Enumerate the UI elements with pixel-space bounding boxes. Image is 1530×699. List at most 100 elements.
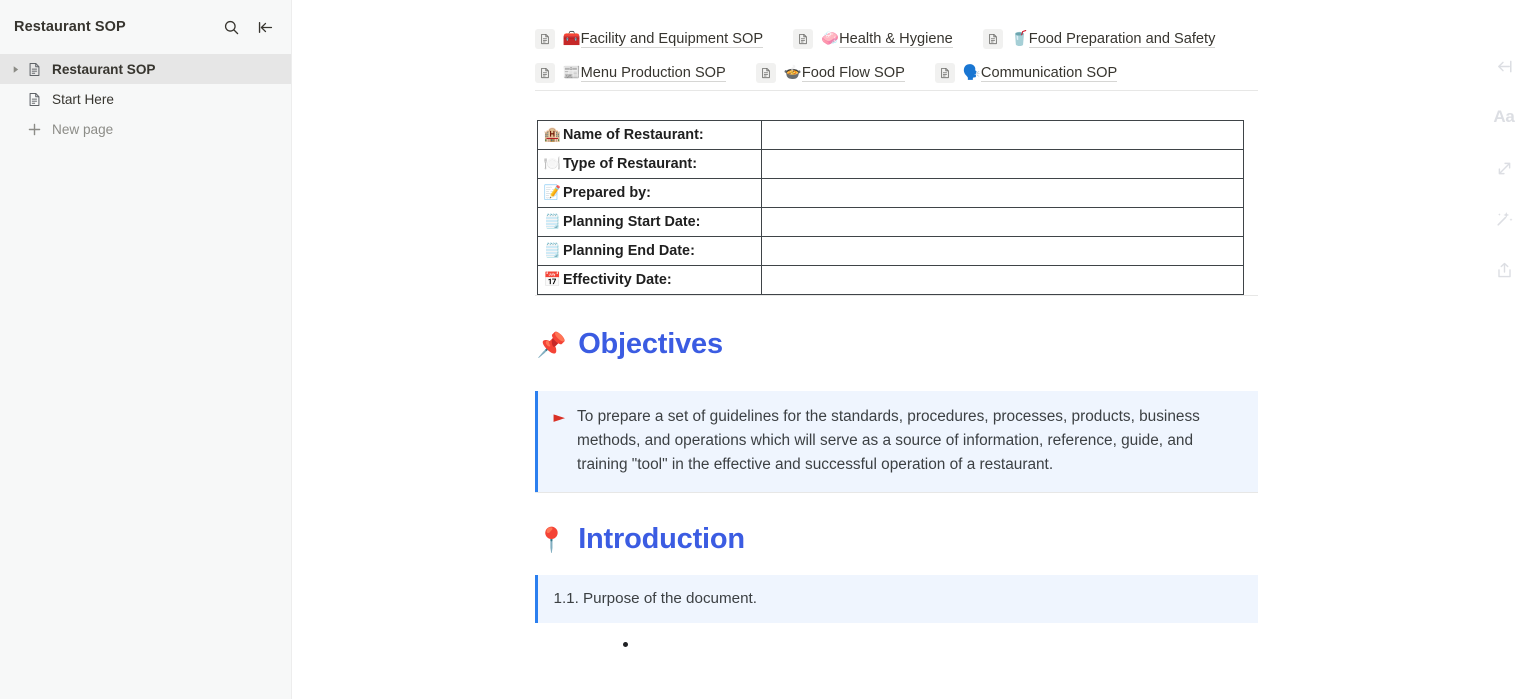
table-value-cell[interactable] xyxy=(761,179,1243,208)
new-page-label: New page xyxy=(52,122,113,137)
objectives-heading: 📌 Objectives xyxy=(537,328,1258,361)
search-icon[interactable] xyxy=(219,15,243,39)
table-value-cell[interactable] xyxy=(761,121,1243,150)
page-link-communication-sop[interactable]: 🗣️ Communication SOP xyxy=(935,63,1117,83)
app-root: Restaurant SOP xyxy=(0,0,1530,699)
page-link-label: Facility and Equipment SOP xyxy=(581,31,764,48)
table-label-cell[interactable]: 📝Prepared by: xyxy=(537,179,761,208)
font-size-icon[interactable]: Aa xyxy=(1490,103,1518,131)
page-icon xyxy=(535,63,555,83)
document-icon xyxy=(24,59,44,79)
table-label-text: Planning Start Date: xyxy=(563,214,701,230)
memo-emoji: 📝 xyxy=(544,185,561,201)
ai-magic-wand-icon[interactable] xyxy=(1490,205,1518,233)
sidebar-item-label: Restaurant SOP xyxy=(52,62,156,77)
page-link-menu-production-sop[interactable]: 📰 Menu Production SOP xyxy=(535,63,726,83)
page-link-health-and-hygiene[interactable]: 🧼 Health & Hygiene xyxy=(793,29,953,49)
table-label-text: Effectivity Date: xyxy=(563,272,672,288)
workspace-title: Restaurant SOP xyxy=(14,19,219,35)
pushpin-emoji: 📌 xyxy=(537,333,567,357)
page-link-label: Health & Hygiene xyxy=(839,31,953,48)
table-label-cell[interactable]: 🏨Name of Restaurant: xyxy=(537,121,761,150)
right-toolbar: Aa xyxy=(1478,0,1530,699)
toolbox-emoji: 🧰 xyxy=(563,32,581,47)
table-label-cell[interactable]: 📅Effectivity Date: xyxy=(537,266,761,295)
plate-cutlery-emoji: 🍽️ xyxy=(544,156,561,172)
chevron-right-icon[interactable] xyxy=(6,60,24,78)
collapse-sidebar-icon[interactable] xyxy=(253,15,277,39)
bullet-point-icon xyxy=(623,642,628,647)
page-icon xyxy=(983,29,1003,49)
child-page-links: 🧰 Facility and Equipment SOP xyxy=(535,0,1258,90)
soap-emoji: 🧼 xyxy=(821,32,839,47)
divider xyxy=(535,492,1258,493)
introduction-callout-text: 1.1. Purpose of the document. xyxy=(554,587,757,611)
table-label-cell[interactable]: 🍽️Type of Restaurant: xyxy=(537,150,761,179)
page-link-label: Communication SOP xyxy=(981,65,1117,82)
table-value-cell[interactable] xyxy=(761,237,1243,266)
sidebar-item-restaurant-sop[interactable]: Restaurant SOP xyxy=(0,54,291,84)
table-value-cell[interactable] xyxy=(761,150,1243,179)
child-page-links-row-2: 📰 Menu Production SOP xyxy=(535,56,1258,90)
table-row: 🗒️Planning Start Date: xyxy=(537,208,1243,237)
calendar-emoji: 📅 xyxy=(544,272,561,288)
page-link-label: Food Preparation and Safety xyxy=(1029,31,1216,48)
table-label-text: Prepared by: xyxy=(563,185,651,201)
objectives-callout-text: To prepare a set of guidelines for the s… xyxy=(577,405,1227,477)
document-icon xyxy=(24,89,44,109)
table-row: 📅Effectivity Date: xyxy=(537,266,1243,295)
sidebar-item-label: Start Here xyxy=(52,92,114,107)
page-icon xyxy=(793,29,813,49)
page-tree: Restaurant SOP Start Here xyxy=(0,54,291,144)
sidebar-header: Restaurant SOP xyxy=(0,0,291,54)
sidebar: Restaurant SOP xyxy=(0,0,292,699)
document-page: 🧰 Facility and Equipment SOP xyxy=(535,0,1258,650)
table-row: 🏨Name of Restaurant: xyxy=(537,121,1243,150)
pot-of-food-emoji: 🍲 xyxy=(784,66,802,81)
hotel-emoji: 🏨 xyxy=(544,127,561,143)
introduction-heading-text: Introduction xyxy=(578,523,745,556)
sidebar-item-start-here[interactable]: Start Here xyxy=(0,84,291,114)
table-label-text: Name of Restaurant: xyxy=(563,127,704,143)
document-canvas: 🧰 Facility and Equipment SOP xyxy=(292,0,1530,699)
objectives-callout[interactable]: ► To prepare a set of guidelines for the… xyxy=(535,391,1258,492)
introduction-heading: 📍 Introduction xyxy=(537,523,1258,556)
table-value-cell[interactable] xyxy=(761,208,1243,237)
page-icon xyxy=(535,29,555,49)
collapse-right-panel-icon[interactable] xyxy=(1490,52,1518,80)
bullet-list-item[interactable] xyxy=(535,635,1258,650)
table-value-cell[interactable] xyxy=(761,266,1243,295)
table-row: 🍽️Type of Restaurant: xyxy=(537,150,1243,179)
table-row: 🗒️Planning End Date: xyxy=(537,237,1243,266)
page-icon xyxy=(756,63,776,83)
table-label-cell[interactable]: 🗒️Planning End Date: xyxy=(537,237,761,266)
new-page-button[interactable]: New page xyxy=(0,114,291,144)
page-icon xyxy=(935,63,955,83)
newspaper-emoji: 📰 xyxy=(563,66,581,81)
round-pushpin-emoji: 📍 xyxy=(537,528,567,552)
red-flag-icon: ► xyxy=(554,405,566,429)
table-row: 📝Prepared by: xyxy=(537,179,1243,208)
share-upload-icon[interactable] xyxy=(1490,256,1518,284)
expand-width-icon[interactable] xyxy=(1490,154,1518,182)
table-label-text: Planning End Date: xyxy=(563,243,695,259)
child-page-links-row-1: 🧰 Facility and Equipment SOP xyxy=(535,22,1258,56)
page-link-label: Menu Production SOP xyxy=(581,65,726,82)
restaurant-info-table-wrapper: 🏨Name of Restaurant: 🍽️Type of Restauran… xyxy=(535,91,1258,295)
page-link-label: Food Flow SOP xyxy=(802,65,905,82)
font-size-label: Aa xyxy=(1493,107,1514,127)
food-emoji: 🥤 xyxy=(1011,32,1029,47)
spiral-notepad-emoji: 🗒️ xyxy=(544,214,561,230)
table-label-text: Type of Restaurant: xyxy=(563,156,697,172)
objectives-heading-text: Objectives xyxy=(578,328,723,361)
plus-icon xyxy=(24,119,44,139)
speaking-head-emoji: 🗣️ xyxy=(963,66,981,81)
spiral-notepad-emoji: 🗒️ xyxy=(544,243,561,259)
page-link-food-preparation-and-safety[interactable]: 🥤 Food Preparation and Safety xyxy=(983,29,1216,49)
introduction-callout[interactable]: 1.1. Purpose of the document. xyxy=(535,575,1258,623)
page-link-facility-and-equipment-sop[interactable]: 🧰 Facility and Equipment SOP xyxy=(535,29,764,49)
restaurant-info-table: 🏨Name of Restaurant: 🍽️Type of Restauran… xyxy=(537,120,1244,295)
page-link-food-flow-sop[interactable]: 🍲 Food Flow SOP xyxy=(756,63,905,83)
table-label-cell[interactable]: 🗒️Planning Start Date: xyxy=(537,208,761,237)
sidebar-header-actions xyxy=(219,15,277,39)
